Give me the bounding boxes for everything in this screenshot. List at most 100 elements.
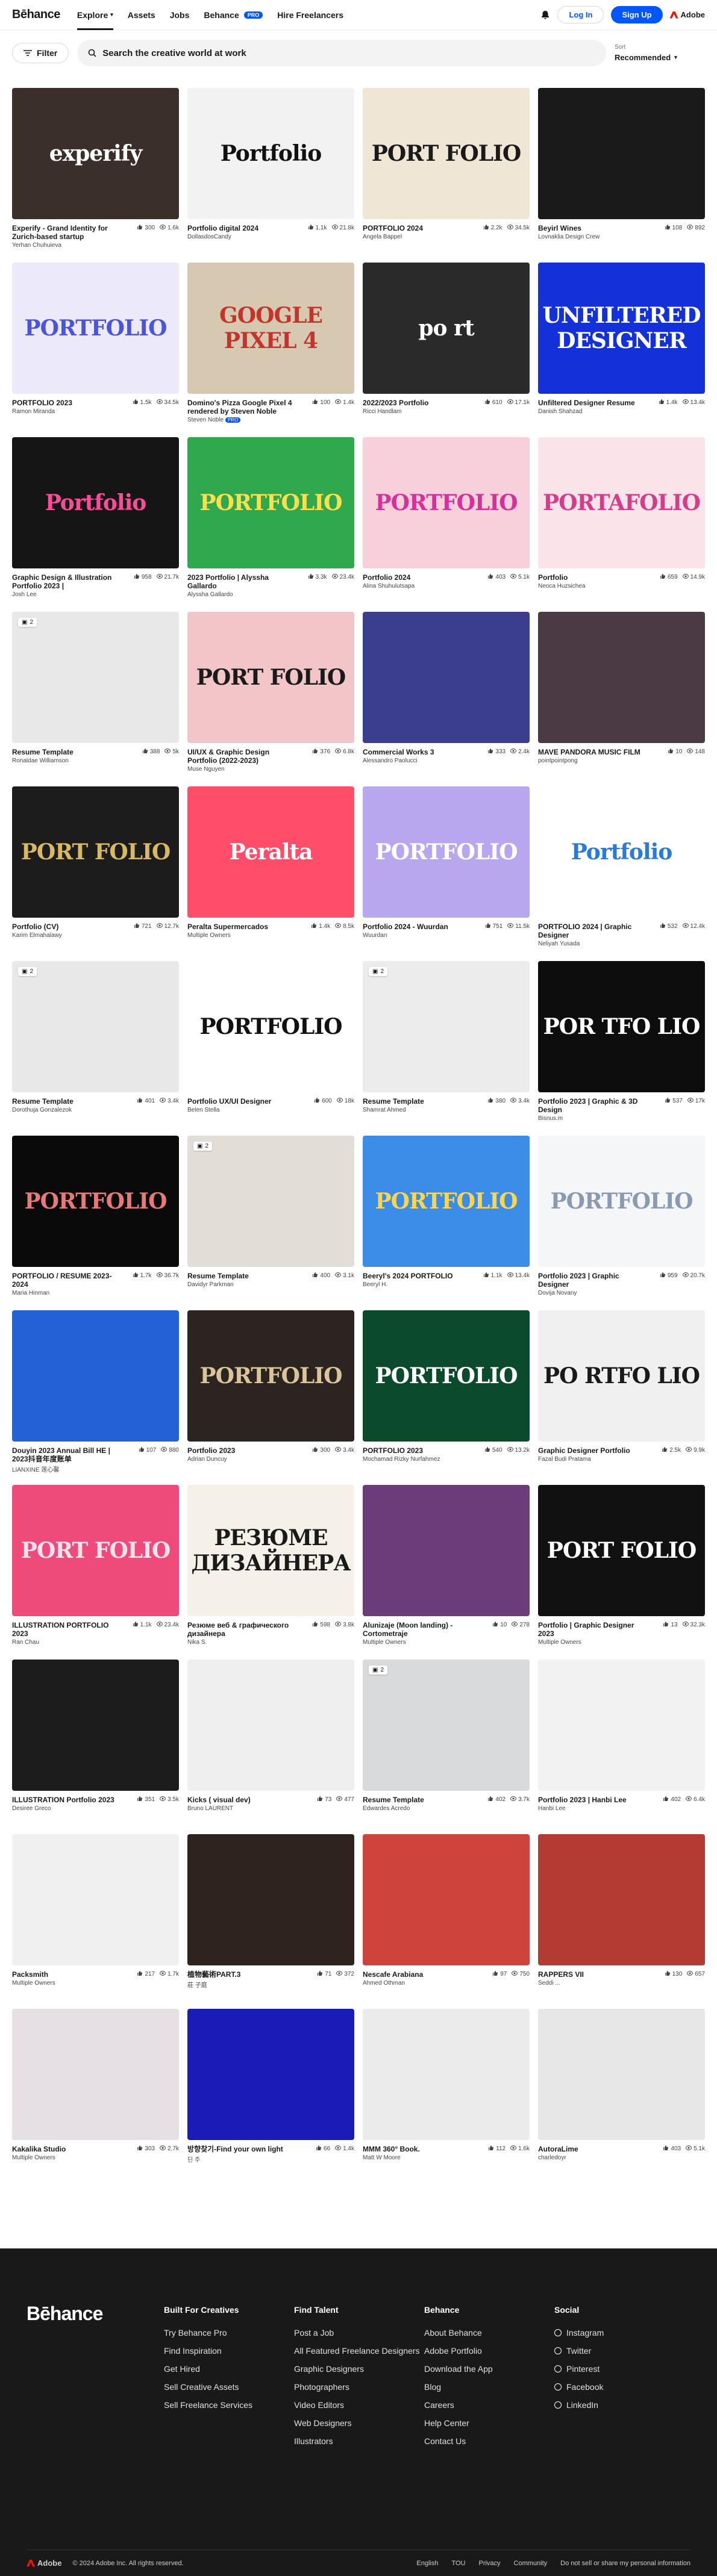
project-owner[interactable]: Alessandro Paolucci [363, 758, 434, 764]
project-card[interactable]: PORTFOLIO Portfolio 2023 Adrian Duncuy 3… [187, 1310, 354, 1485]
project-title[interactable]: Experify - Grand Identity for Zurich-bas… [12, 224, 121, 241]
project-thumbnail[interactable]: ▣ 2 [363, 961, 530, 1092]
footer-logo[interactable]: Bēhance [27, 2303, 103, 2325]
footer-social-link[interactable]: Instagram [554, 2328, 604, 2338]
nav-jobs[interactable]: Jobs [170, 0, 190, 30]
project-card[interactable]: po rt 2022/2023 Portfolio Ricci Handlam … [363, 263, 530, 437]
project-card[interactable]: ▣ 2 Resume Template Davidyr Parkman 400 3… [187, 1136, 354, 1310]
project-owner[interactable]: Alina Shuhulutsapa [363, 583, 415, 590]
project-title[interactable]: PORTFOLIO 2023 [12, 399, 72, 407]
project-card[interactable]: PORTFOLIO Portfolio 2024 Alina Shuhuluts… [363, 437, 530, 612]
footer-link[interactable]: About Behance [424, 2328, 493, 2338]
project-title[interactable]: Portfolio (CV) [12, 922, 62, 931]
sort-dropdown[interactable]: Sort Recommended ▾ [615, 44, 705, 62]
project-owner[interactable]: Dorothuja Gonzalezok [12, 1107, 74, 1113]
project-owner[interactable]: Multiple Owners [12, 1980, 55, 1986]
project-owner[interactable]: Seddi ... [538, 1980, 584, 1986]
project-title[interactable]: Resume Template [12, 748, 74, 756]
project-card[interactable]: MMM 360° Book. Matt W Moore 112 1.6k [363, 2009, 530, 2183]
footer-link[interactable]: Try Behance Pro [164, 2328, 252, 2338]
project-card[interactable]: PORTFOLIO PORTFOLIO 2023 Ramon Miranda 1… [12, 263, 179, 437]
project-owner[interactable]: Belen Stella [187, 1107, 271, 1113]
project-title[interactable]: PORTFOLIO 2024 [363, 224, 423, 232]
project-owner[interactable]: pointpointpong [538, 758, 640, 764]
project-owner[interactable]: Alyssha Gallardo [187, 591, 296, 598]
search-input[interactable]: Search the creative world at work [77, 40, 606, 66]
project-card[interactable]: AutoraLime charledoyr 403 5.1k [538, 2009, 705, 2183]
project-title[interactable]: Resume Template [363, 1097, 424, 1106]
project-owner[interactable]: Danish Shahzad [538, 408, 635, 415]
project-title[interactable]: Kakalika Studio [12, 2145, 66, 2153]
project-card[interactable]: Portfolio Graphic Design & Illustration … [12, 437, 179, 612]
project-thumbnail[interactable]: PORT FOLIO [538, 1485, 705, 1616]
project-thumbnail[interactable] [12, 1834, 179, 1965]
project-owner[interactable]: Angela Bappel [363, 234, 423, 240]
project-title[interactable]: Unfiltered Designer Resume [538, 399, 635, 407]
project-owner[interactable]: Mochamad Rizky Nurfahmez [363, 1456, 440, 1463]
project-title[interactable]: Graphic Design & Illustration Portfolio … [12, 573, 121, 590]
project-title[interactable]: Резюме веб & графического дизайнера [187, 1621, 296, 1638]
project-thumbnail[interactable]: PORTFOLIO [363, 1136, 530, 1267]
project-thumbnail[interactable] [363, 2009, 530, 2140]
project-card[interactable]: Portfolio 2023 | Hanbi Lee Hanbi Lee 402… [538, 1660, 705, 1834]
project-title[interactable]: 2023 Portfolio | Alyssha Gallardo [187, 573, 296, 590]
project-title[interactable]: Packsmith [12, 1970, 55, 1979]
project-owner[interactable]: Beeryl H. [363, 1281, 453, 1288]
project-title[interactable]: Portfolio UX/UI Designer [187, 1097, 271, 1106]
footer-adobe-link[interactable]: Adobe [27, 2559, 61, 2568]
project-title[interactable]: Portfolio 2024 [363, 573, 415, 582]
footer-link[interactable]: Download the App [424, 2364, 493, 2374]
project-thumbnail[interactable] [538, 1834, 705, 1965]
project-owner[interactable]: Matt W Moore [363, 2154, 420, 2161]
footer-link[interactable]: Sell Freelance Services [164, 2400, 252, 2410]
project-title[interactable]: Graphic Designer Portfolio [538, 1446, 630, 1455]
adobe-link[interactable]: Adobe [669, 10, 705, 19]
project-thumbnail[interactable]: PORTFOLIO [363, 786, 530, 918]
project-thumbnail[interactable]: PORTFOLIO [187, 961, 354, 1092]
project-card[interactable]: GOOGLE PIXEL 4 Domino's Pizza Google Pix… [187, 263, 354, 437]
project-thumbnail[interactable]: Portfolio [12, 437, 179, 568]
login-button[interactable]: Log In [557, 6, 604, 23]
project-card[interactable]: 방향찾기-Find your own light 딘 주 66 1.4k [187, 2009, 354, 2183]
project-owner[interactable]: DollasdosCandy [187, 234, 258, 240]
footer-social-link[interactable]: Facebook [554, 2382, 604, 2392]
project-title[interactable]: Commercial Works 3 [363, 748, 434, 756]
footer-social-link[interactable]: Twitter [554, 2346, 604, 2356]
project-thumbnail[interactable]: PORT FOLIO [12, 1485, 179, 1616]
project-card[interactable]: ▣ 2 Resume Template Ronaldae Williamson 3… [12, 612, 179, 786]
project-card[interactable]: PORTAFOLIO Portfolio Neoca Huzsichea 659… [538, 437, 705, 612]
project-thumbnail[interactable]: PORTFOLIO [12, 263, 179, 394]
project-thumbnail[interactable] [363, 1485, 530, 1616]
project-title[interactable]: MMM 360° Book. [363, 2145, 420, 2153]
project-owner[interactable]: Muse Nguyen [187, 766, 296, 773]
footer-link[interactable]: Web Designers [294, 2418, 420, 2428]
project-card[interactable]: Douyin 2023 Annual Bill HE | 2023抖音年度账单 … [12, 1310, 179, 1485]
footer-link[interactable]: Contact Us [424, 2436, 493, 2446]
language-selector[interactable]: English [416, 2560, 438, 2567]
project-card[interactable]: PORT FOLIO UI/UX & Graphic Design Portfo… [187, 612, 354, 786]
footer-link[interactable]: Photographers [294, 2382, 420, 2392]
project-title[interactable]: 2022/2023 Portfolio [363, 399, 428, 407]
project-thumbnail[interactable] [187, 2009, 354, 2140]
project-thumbnail[interactable]: po rt [363, 263, 530, 394]
project-card[interactable]: Packsmith Multiple Owners 217 1.7k [12, 1834, 179, 2009]
project-owner[interactable]: Ramon Miranda [12, 408, 72, 415]
project-thumbnail[interactable]: PORT FOLIO [363, 88, 530, 219]
project-card[interactable]: PORTFOLIO Portfolio 2023 | Graphic Desig… [538, 1136, 705, 1310]
project-title[interactable]: Nescafe Arabiana [363, 1970, 423, 1979]
project-owner[interactable]: Fazal Budi Pratama [538, 1456, 630, 1463]
footer-link[interactable]: All Featured Freelance Designers [294, 2346, 420, 2356]
footer-dnsell-link[interactable]: Do not sell or share my personal informa… [560, 2560, 690, 2567]
project-owner[interactable]: Ricci Handlam [363, 408, 428, 415]
project-title[interactable]: Beyirl Wines [538, 224, 600, 232]
footer-link[interactable]: Blog [424, 2382, 493, 2392]
project-thumbnail[interactable]: PORTFOLIO [363, 437, 530, 568]
project-owner[interactable]: Multiple Owners [363, 1639, 471, 1646]
project-card[interactable]: РЕЗЮМЕ ДИЗАЙНЕРА Резюме веб & графическо… [187, 1485, 354, 1660]
project-card[interactable]: ▣ 2 Resume Template Dorothuja Gonzalezok … [12, 961, 179, 1136]
project-owner[interactable]: 딘 주 [187, 2154, 283, 2164]
nav-assets[interactable]: Assets [128, 0, 155, 30]
project-title[interactable]: Resume Template [187, 1272, 249, 1280]
project-thumbnail[interactable] [538, 2009, 705, 2140]
project-owner[interactable]: Dovija Novany [538, 1290, 647, 1296]
